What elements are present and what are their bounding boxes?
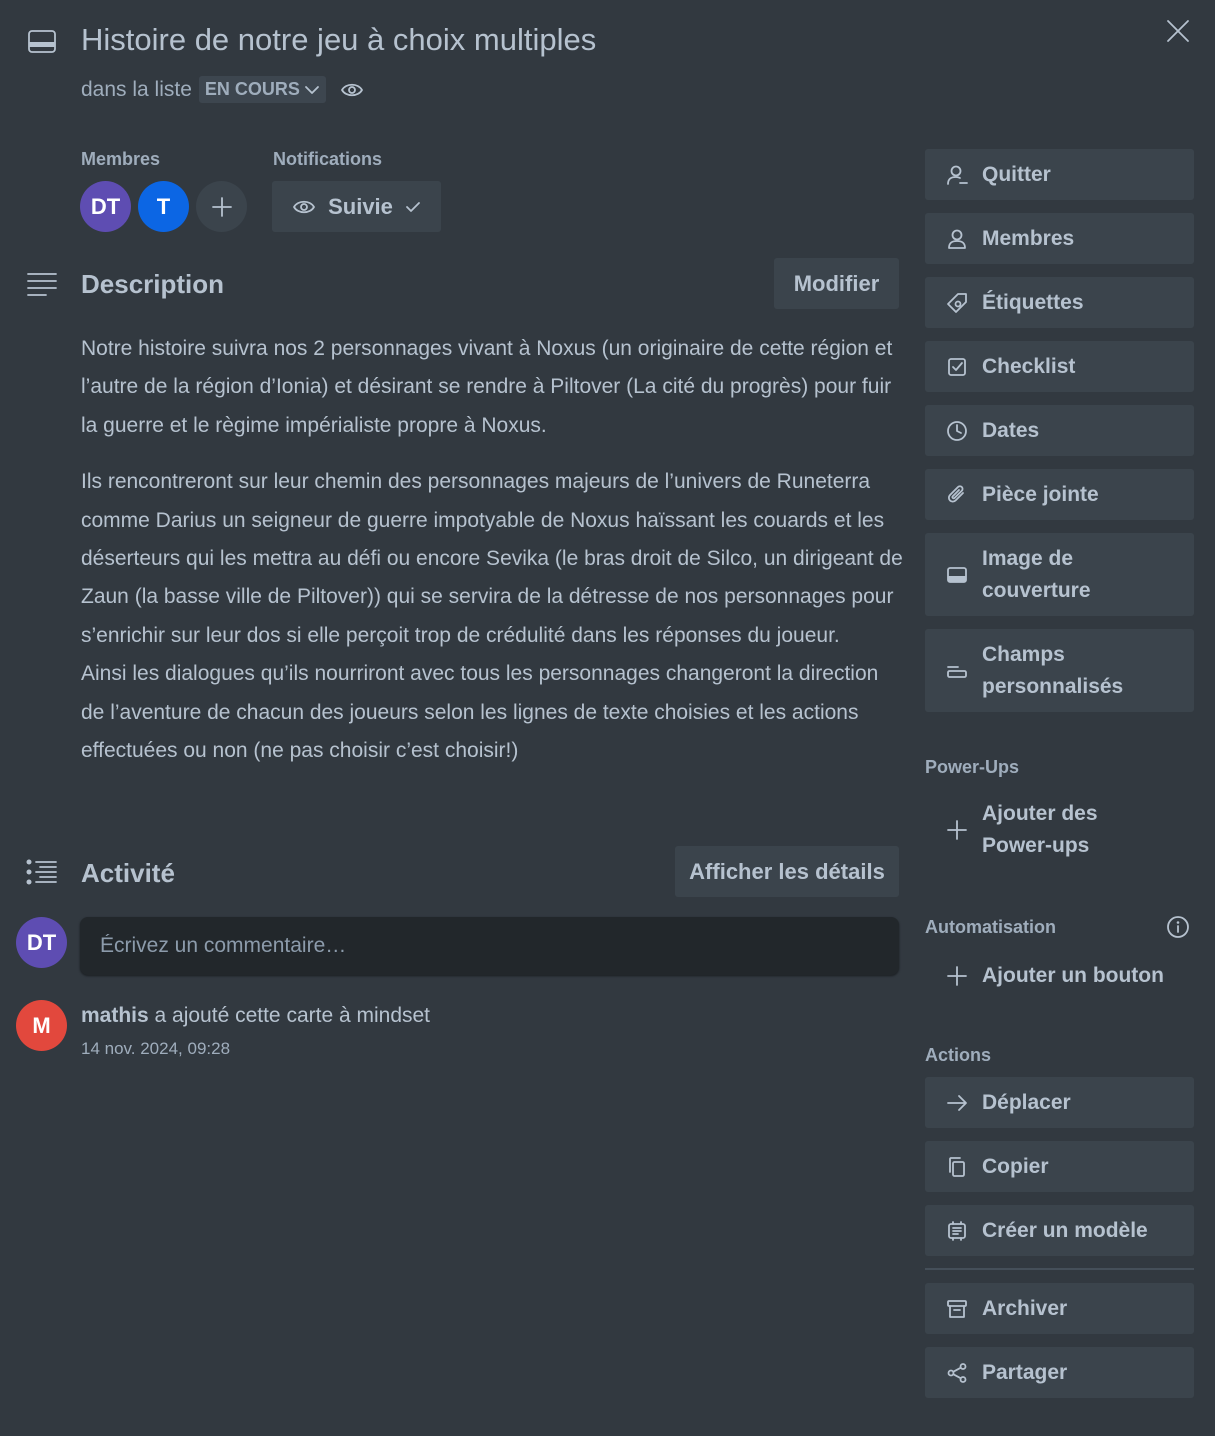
activity-heading: Activité <box>81 858 175 888</box>
description-text[interactable]: Notre histoire suivra nos 2 personnages … <box>81 330 906 770</box>
activity-user[interactable]: mathis <box>81 1004 149 1027</box>
watch-button[interactable]: Suivie <box>272 181 441 232</box>
copy-icon <box>946 1156 968 1178</box>
list-info: dans la liste EN COURS <box>81 76 364 103</box>
watch-label: Suivie <box>328 193 393 219</box>
divider <box>925 1268 1194 1270</box>
avatar[interactable]: M <box>16 1000 67 1051</box>
description-icon <box>26 271 58 299</box>
info-icon[interactable] <box>1166 915 1190 939</box>
attachment-icon <box>946 484 968 506</box>
close-icon <box>1165 18 1191 44</box>
list-selector[interactable]: EN COURS <box>198 76 326 103</box>
copy-button[interactable]: Copier <box>925 1141 1194 1192</box>
eye-icon <box>340 78 364 102</box>
labels-button[interactable]: Étiquettes <box>925 277 1194 328</box>
add-member-button[interactable] <box>196 181 247 232</box>
avatar: DT <box>16 917 67 968</box>
description-heading: Description <box>81 269 225 299</box>
members-button[interactable]: Membres <box>925 213 1194 264</box>
archive-button[interactable]: Archiver <box>925 1283 1194 1334</box>
list-name: EN COURS <box>204 79 300 99</box>
plus-icon <box>946 965 968 987</box>
eye-icon <box>292 195 316 219</box>
chevron-down-icon <box>304 82 320 98</box>
dates-button[interactable]: Dates <box>925 405 1194 456</box>
member-icon <box>946 228 968 250</box>
share-button[interactable]: Partager <box>925 1347 1194 1398</box>
plus-icon <box>946 819 968 841</box>
archive-icon <box>946 1298 968 1320</box>
show-details-button[interactable]: Afficher les détails <box>675 846 899 897</box>
leave-icon <box>946 164 968 186</box>
card-icon <box>26 26 58 58</box>
arrow-right-icon <box>946 1092 968 1114</box>
card-title[interactable]: Histoire de notre jeu à choix multiples <box>81 22 596 58</box>
activity-timestamp[interactable]: 14 nov. 2024, 09:28 <box>81 1039 230 1059</box>
automation-label: Automatisation <box>925 917 1057 937</box>
close-button[interactable] <box>1160 13 1196 49</box>
comment-input[interactable] <box>80 917 899 975</box>
custom-fields-button[interactable]: Champs personnalisés <box>925 629 1194 712</box>
avatar[interactable]: DT <box>80 181 131 232</box>
checklist-icon <box>946 356 968 378</box>
actions-label: Actions <box>925 1045 992 1065</box>
notifications-label: Notifications <box>273 149 383 169</box>
description-paragraph: Notre histoire suivra nos 2 personnages … <box>81 337 893 437</box>
share-icon <box>946 1362 968 1384</box>
cover-icon <box>946 564 968 586</box>
check-icon <box>405 199 421 215</box>
template-icon <box>946 1220 968 1242</box>
move-button[interactable]: Déplacer <box>925 1077 1194 1128</box>
add-powerups-button[interactable]: Ajouter des Power-ups <box>925 797 1194 863</box>
activity-icon <box>26 859 58 887</box>
label-icon <box>946 292 968 314</box>
cover-image-button[interactable]: Image de couverture <box>925 533 1194 616</box>
custom-fields-icon <box>946 660 968 682</box>
leave-button[interactable]: Quitter <box>925 149 1194 200</box>
checklist-button[interactable]: Checklist <box>925 341 1194 392</box>
members-label: Membres <box>81 149 161 169</box>
add-button-button[interactable]: Ajouter un bouton <box>925 950 1194 1001</box>
powerups-label: Power-Ups <box>925 757 1020 777</box>
description-paragraph: Ils rencontreront sur leur chemin des pe… <box>81 470 903 647</box>
list-prefix: dans la liste <box>81 77 192 101</box>
create-template-button[interactable]: Créer un modèle <box>925 1205 1194 1256</box>
activity-action: a ajouté cette carte à mindset <box>148 1004 431 1027</box>
activity-entry: mathis a ajouté cette carte à mindset <box>81 1004 430 1028</box>
edit-description-button[interactable]: Modifier <box>774 258 899 309</box>
plus-icon <box>210 195 234 219</box>
attachment-button[interactable]: Pièce jointe <box>925 469 1194 520</box>
avatar[interactable]: T <box>138 181 189 232</box>
clock-icon <box>946 420 968 442</box>
description-paragraph: Ainsi les dialogues qu’ils nourriront av… <box>81 662 879 763</box>
